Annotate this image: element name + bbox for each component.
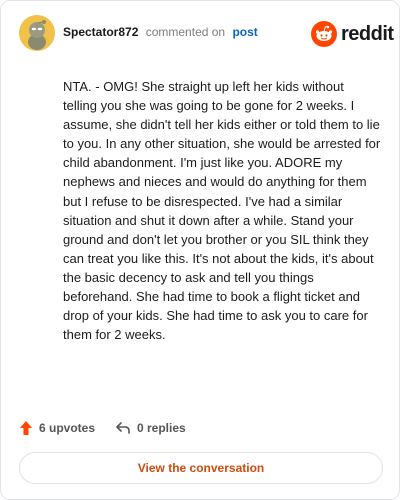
reply-button[interactable]: 0 replies xyxy=(115,417,186,439)
comment-body: NTA. - OMG! She straight up left her kid… xyxy=(63,79,381,343)
reddit-logo-icon xyxy=(311,21,337,47)
post-link[interactable]: post xyxy=(232,25,257,39)
card-header: Spectator872 commented on post reddit xyxy=(1,1,400,65)
reply-arrow-icon xyxy=(116,422,130,434)
comment-action-text: commented on xyxy=(145,25,226,39)
comment-card: Spectator872 commented on post reddit NT… xyxy=(0,0,400,500)
reply-count: 0 replies xyxy=(137,421,186,435)
reddit-logo[interactable]: reddit xyxy=(311,19,394,49)
upvote-button[interactable]: 6 upvotes xyxy=(19,417,95,439)
username-link[interactable]: Spectator872 xyxy=(63,25,138,39)
comment-actions: 6 upvotes 0 replies xyxy=(19,417,379,439)
view-conversation-button[interactable]: View the conversation xyxy=(19,452,383,484)
upvote-arrow-icon xyxy=(20,421,32,435)
upvote-count: 6 upvotes xyxy=(39,421,96,435)
reddit-logo-text: reddit xyxy=(341,22,394,45)
comment-meta: Spectator872 commented on post xyxy=(63,25,258,39)
user-avatar-icon[interactable] xyxy=(19,15,55,51)
